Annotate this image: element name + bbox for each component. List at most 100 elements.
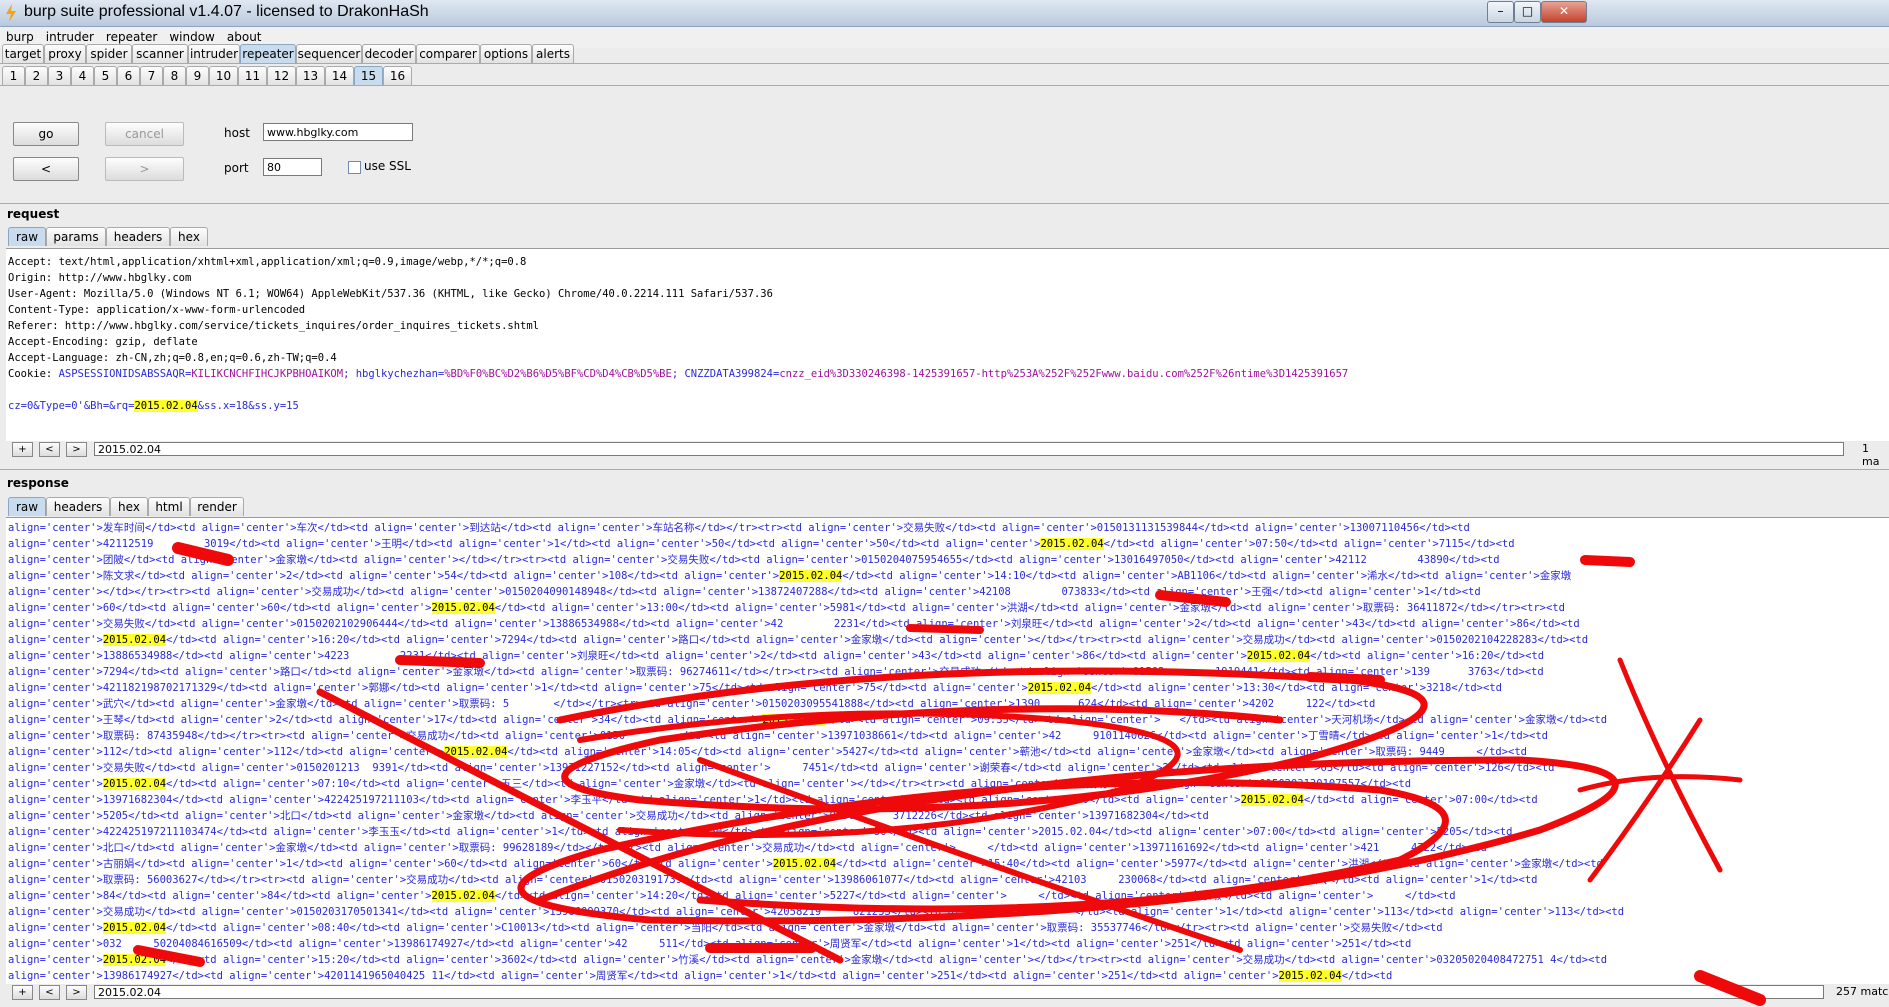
repeater-tab-6[interactable]: 6 xyxy=(117,66,140,85)
response-tab-raw[interactable]: raw xyxy=(8,497,46,516)
request-header-line: Origin: http://www.hbglky.com xyxy=(8,272,192,284)
request-header-line: User-Agent: Mozilla/5.0 (Windows NT 6.1;… xyxy=(8,288,773,300)
use-ssl-checkbox[interactable] xyxy=(348,161,361,174)
repeater-tab-16[interactable]: 16 xyxy=(383,66,412,85)
response-text: </td><td align='center'>14:05</td><td al… xyxy=(507,746,1527,758)
response-text: align='center'>武穴</td><td align='center'… xyxy=(8,698,1376,710)
tab-sequencer[interactable]: sequencer xyxy=(296,44,362,63)
prev-match-button[interactable]: < xyxy=(39,985,60,1000)
response-text: align='center'>60</td><td align='center'… xyxy=(8,602,432,614)
go-button[interactable]: go xyxy=(13,122,79,146)
response-line: align='center'>112</td><td align='center… xyxy=(8,746,1527,759)
repeater-tab-11[interactable]: 11 xyxy=(238,66,267,85)
search-highlight: 2015.02.04 xyxy=(772,858,837,870)
response-text: align='center'>交易失败</td><td align='cente… xyxy=(8,762,1555,774)
request-search-input[interactable]: 2015.02.04 xyxy=(94,442,1844,456)
repeater-tab-7[interactable]: 7 xyxy=(140,66,163,85)
tab-repeater[interactable]: repeater xyxy=(240,44,296,63)
cookie-value: cnzz_eid%3D330246398-1425391657-http%253… xyxy=(779,368,1349,380)
cancel-button[interactable]: cancel xyxy=(105,122,184,146)
repeater-tab-9[interactable]: 9 xyxy=(186,66,209,85)
request-tab-hex[interactable]: hex xyxy=(170,227,208,246)
repeater-tab-10[interactable]: 10 xyxy=(209,66,238,85)
menu-burp[interactable]: burp xyxy=(0,27,40,44)
prev-match-button[interactable]: < xyxy=(39,442,60,457)
menu-about[interactable]: about xyxy=(221,27,268,44)
repeater-tab-2[interactable]: 2 xyxy=(25,66,48,85)
repeater-tab-5[interactable]: 5 xyxy=(94,66,117,85)
tab-target[interactable]: target xyxy=(2,44,44,63)
repeater-tab-14[interactable]: 14 xyxy=(325,66,354,85)
repeater-tab-4[interactable]: 4 xyxy=(71,66,94,85)
host-label: host xyxy=(224,126,250,140)
close-button[interactable]: ✕ xyxy=(1541,1,1587,23)
tab-spider[interactable]: spider xyxy=(86,44,132,63)
response-line: align='center'>2015.02.04</td><td align=… xyxy=(8,634,1588,647)
search-highlight: 2015.02.04 xyxy=(134,400,198,412)
add-search-button[interactable]: + xyxy=(12,985,33,1000)
divider xyxy=(0,203,1889,204)
forward-button[interactable]: > xyxy=(105,157,184,181)
response-tab-headers[interactable]: headers xyxy=(46,497,110,516)
next-match-button[interactable]: > xyxy=(66,442,87,457)
response-text: align='center'>古丽娟</td><td align='center… xyxy=(8,858,773,870)
response-tab-render[interactable]: render xyxy=(190,497,244,516)
tab-options[interactable]: options xyxy=(480,44,532,63)
tab-scanner[interactable]: scanner xyxy=(132,44,188,63)
request-tab-raw[interactable]: raw xyxy=(8,227,46,246)
host-input[interactable]: www.hbglky.com xyxy=(263,123,413,141)
add-search-button[interactable]: + xyxy=(12,442,33,457)
response-text: align='center'>13986174927</td><td align… xyxy=(8,970,1279,982)
response-line: align='center'>2015.02.04</td><td align=… xyxy=(8,922,1443,935)
search-highlight: 2015.02.04 xyxy=(1278,970,1342,982)
request-tab-params[interactable]: params xyxy=(46,227,106,246)
response-editor[interactable]: align='center'>发车时间</td><td align='cente… xyxy=(6,517,1889,984)
repeater-tab-12[interactable]: 12 xyxy=(267,66,296,85)
response-search-input[interactable]: 2015.02.04 xyxy=(94,985,1824,999)
minimize-button[interactable]: – xyxy=(1487,1,1514,23)
response-line: align='center'>13886534988</td><td align… xyxy=(8,650,1544,663)
request-editor[interactable]: Accept: text/html,application/xhtml+xml,… xyxy=(6,248,1889,441)
tab-proxy[interactable]: proxy xyxy=(44,44,86,63)
cookie-value: KILIKCNCHFIHCJKPBHOAIKOM xyxy=(191,368,344,380)
response-line: align='center'>84</td><td align='center'… xyxy=(8,890,1456,903)
response-text: </td><td align='center'>07:10</td><td al… xyxy=(166,778,1412,790)
port-input[interactable]: 80 xyxy=(263,158,322,176)
use-ssl-label: use SSL xyxy=(364,159,411,173)
menu-window[interactable]: window xyxy=(163,27,221,44)
request-search-bar: + < > 2015.02.04 1 ma xyxy=(6,441,1889,468)
next-match-button[interactable]: > xyxy=(66,985,87,1000)
repeater-tab-13[interactable]: 13 xyxy=(296,66,325,85)
response-text: </td><td align='center'>16:20</td><td al… xyxy=(166,634,1589,646)
repeater-tab-1[interactable]: 1 xyxy=(2,66,25,85)
repeater-tab-3[interactable]: 3 xyxy=(48,66,71,85)
menu-intruder[interactable]: intruder xyxy=(40,27,100,44)
cookie-key: ASPSESSIONIDSABSSAQR xyxy=(58,368,186,380)
tab-decoder[interactable]: decoder xyxy=(362,44,416,63)
response-line: align='center'>古丽娟</td><td align='center… xyxy=(8,858,1603,871)
search-highlight: 2015.02.04 xyxy=(102,922,167,934)
response-text: </td><td xyxy=(1341,970,1393,982)
menu-repeater[interactable]: repeater xyxy=(100,27,163,44)
tab-comparer[interactable]: comparer xyxy=(416,44,480,63)
response-tab-hex[interactable]: hex xyxy=(110,497,148,516)
response-text: align='center'>112</td><td align='center… xyxy=(8,746,445,758)
response-text: align='center'>5205</td><td align='cente… xyxy=(8,810,1209,822)
response-text: align='center'>84</td><td align='center'… xyxy=(8,890,432,902)
tab-alerts[interactable]: alerts xyxy=(532,44,574,63)
response-tab-html[interactable]: html xyxy=(148,497,190,516)
response-text: </td><td align='center'>07:50</td><td al… xyxy=(1103,538,1515,550)
tab-intruder[interactable]: intruder xyxy=(188,44,240,63)
maximize-button[interactable]: □ xyxy=(1514,1,1541,23)
search-highlight: 2015.02.04 xyxy=(102,954,167,966)
response-line: align='center'>032 50204084616509</td><t… xyxy=(8,938,1411,951)
cookie-key: hbglkychezhan xyxy=(355,368,438,380)
request-tab-headers[interactable]: headers xyxy=(106,227,170,246)
back-button[interactable]: < xyxy=(13,157,79,181)
response-line: align='center'>421182198702171329</td><t… xyxy=(8,682,1502,695)
repeater-tab-15[interactable]: 15 xyxy=(354,66,383,85)
repeater-tab-8[interactable]: 8 xyxy=(163,66,186,85)
response-line: align='center'>取票码: 56003627</td></tr><t… xyxy=(8,874,1538,887)
response-text: </td><td align='center'>15:20</td><td al… xyxy=(166,954,1608,966)
response-text: align='center'>发车时间</td><td align='cente… xyxy=(8,522,1470,534)
